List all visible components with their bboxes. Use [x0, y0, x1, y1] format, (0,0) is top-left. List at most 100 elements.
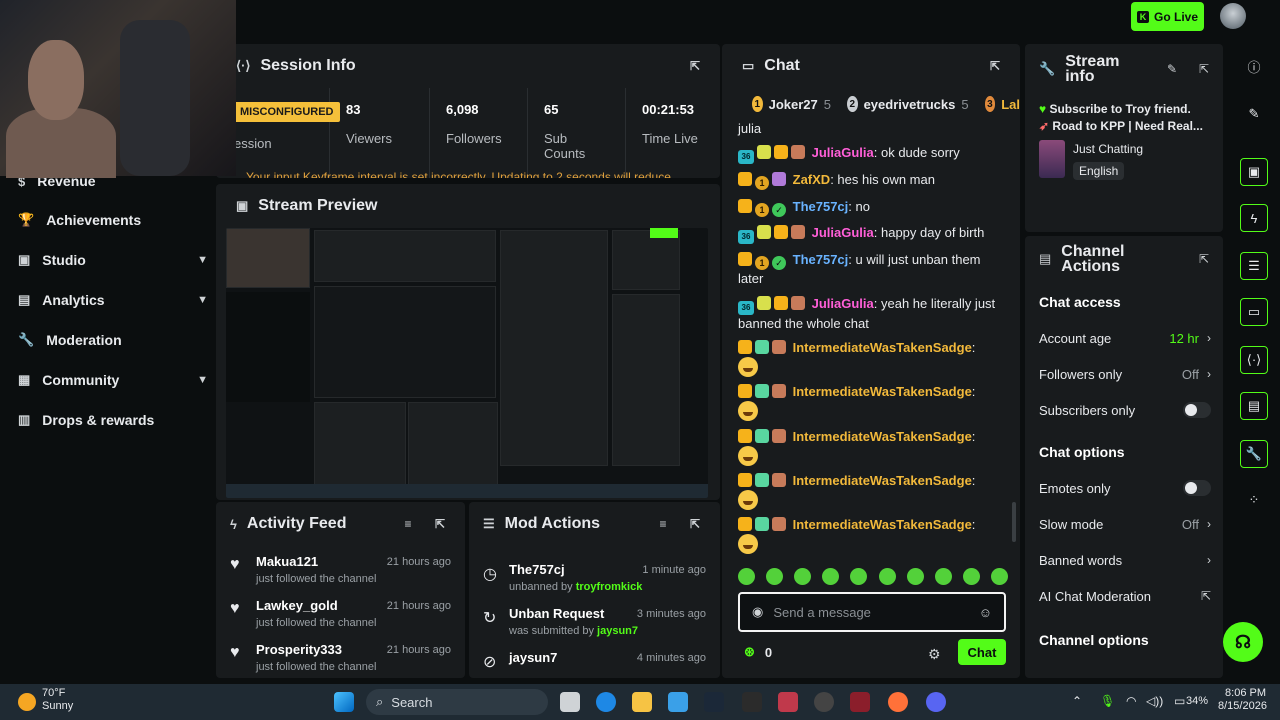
mod-actor-link[interactable]: jaysun7 [597, 625, 638, 637]
popout-icon[interactable]: ⇱ [429, 513, 451, 535]
stream-preview-video[interactable] [226, 228, 708, 498]
settings-dots-icon[interactable]: ⁘ [1240, 486, 1268, 514]
emote-button[interactable] [850, 568, 868, 585]
emote-button[interactable] [990, 568, 1008, 585]
account-age-row[interactable]: Account age 12 hr › [1039, 328, 1211, 348]
sidebar-item-studio[interactable]: ▣ Studio ▼ [18, 248, 208, 272]
edge-browser-icon[interactable] [596, 692, 616, 712]
category-name[interactable]: Just Chatting [1073, 142, 1143, 156]
send-chat-button[interactable]: Chat [958, 639, 1006, 665]
emote-button[interactable] [766, 568, 784, 585]
chat-username[interactable]: IntermediateWasTakenSadge [793, 384, 972, 399]
go-live-button[interactable]: K Go Live [1131, 2, 1204, 31]
chat-username[interactable]: ZafXD [793, 172, 831, 187]
edit-icon[interactable]: ✎ [1240, 100, 1268, 128]
chat-username[interactable]: IntermediateWasTakenSadge [793, 517, 972, 532]
sidebar-item-achievements[interactable]: 🏆 Achievements [18, 208, 208, 232]
weather-widget[interactable]: 70°F Sunny [42, 687, 73, 713]
emoji-icon[interactable]: ☺ [979, 605, 992, 620]
lightning-icon[interactable]: ϟ [1240, 204, 1268, 232]
wifi-icon[interactable]: ◠ [1126, 694, 1136, 708]
slow-mode-row[interactable]: Slow mode Off › [1039, 514, 1211, 534]
volume-icon[interactable]: ◁)) [1146, 694, 1163, 708]
app-g-icon[interactable] [742, 692, 762, 712]
popout-icon[interactable]: ⇱ [684, 55, 706, 77]
video-panel-icon[interactable]: ▣ [1240, 158, 1268, 186]
help-headset-icon[interactable]: ☊ [1223, 622, 1263, 662]
panel-title: info [1065, 68, 1095, 85]
obs-icon[interactable] [814, 692, 834, 712]
chevron-up-icon[interactable]: ⌃ [1072, 694, 1082, 708]
video-icon: ▣ [236, 198, 249, 213]
mod-time: 3 minutes ago [636, 608, 706, 620]
list-icon: ☰ [483, 516, 495, 531]
banned-words-row[interactable]: Banned words › [1039, 550, 1211, 570]
mod-actor-link[interactable]: troyfromkick [576, 581, 643, 593]
chat-scrollbar[interactable] [1012, 502, 1016, 542]
firefox-icon[interactable] [888, 692, 908, 712]
chat-username[interactable]: JuliaGulia [812, 225, 874, 240]
followers-only-row[interactable]: Followers only Off › [1039, 364, 1211, 384]
battery-icon[interactable]: ▭ [1174, 694, 1185, 708]
chat-points[interactable]: ⊛ 0 [744, 644, 772, 660]
sidebar-item-analytics[interactable]: ▤ Analytics ▼ [18, 288, 208, 312]
leaderboard-name[interactable]: Joker27 [769, 97, 818, 112]
sidebar-item-drops-rewards[interactable]: ▥ Drops & rewards [18, 408, 208, 432]
popout-icon[interactable]: ⇱ [684, 513, 706, 535]
popout-icon[interactable]: ⇱ [984, 55, 1006, 77]
task-view-icon[interactable] [560, 692, 580, 712]
sidebar-item-community[interactable]: ▦ Community ▼ [18, 368, 208, 392]
clock[interactable]: 8:06 PM 8/15/2026 [1218, 687, 1267, 713]
subscribers-only-toggle[interactable] [1183, 402, 1211, 418]
edit-pencil-icon[interactable]: ✎ [1161, 58, 1183, 80]
info-icon[interactable]: ⓘ [1240, 52, 1268, 80]
emote-button[interactable] [878, 568, 896, 585]
points-count: 0 [764, 644, 773, 660]
chat-username[interactable]: JuliaGulia [812, 296, 874, 311]
chat-username[interactable]: JuliaGulia [812, 145, 874, 160]
session-icon[interactable]: ⟨·⟩ [1240, 346, 1268, 374]
steam-icon[interactable] [704, 692, 724, 712]
emotes-only-toggle[interactable] [1183, 480, 1211, 496]
emote-button[interactable] [794, 568, 812, 585]
sidebar-item-moderation[interactable]: 🔧 Moderation [18, 328, 208, 352]
ai-chat-moderation-row[interactable]: AI Chat Moderation ⇱ [1039, 586, 1211, 606]
emote-button[interactable] [738, 568, 755, 585]
leaderboard-name[interactable]: Lal [1001, 97, 1020, 112]
discord-icon[interactable] [926, 692, 946, 712]
list-icon[interactable]: ☰ [1240, 252, 1268, 280]
chat-message-input[interactable]: ◉ Send a message ☺ [738, 592, 1006, 632]
microphone-icon[interactable]: 🎙 [1100, 694, 1115, 708]
category-thumbnail[interactable] [1039, 140, 1065, 178]
app-image-icon[interactable] [850, 692, 870, 712]
app-red-icon[interactable] [778, 692, 798, 712]
popout-icon[interactable]: ⇱ [1193, 248, 1215, 270]
chat-username[interactable]: The757cj [793, 199, 849, 214]
chevron-down-icon: ▼ [197, 294, 208, 306]
user-avatar[interactable] [1220, 3, 1246, 29]
actions-icon[interactable]: ▤ [1240, 392, 1268, 420]
chat-username[interactable]: IntermediateWasTakenSadge [793, 340, 972, 355]
emote-button[interactable] [934, 568, 952, 585]
emote-button[interactable] [906, 568, 924, 585]
taskbar-search[interactable]: ⌕ Search [366, 689, 548, 715]
sidebar-item-label: Achievements [46, 212, 142, 228]
chat-username[interactable]: IntermediateWasTakenSadge [793, 473, 972, 488]
stream-info-header: 🔧 Stream info ✎ ⇱ [1039, 52, 1215, 86]
chat-icon[interactable]: ▭ [1240, 298, 1268, 326]
chat-settings-gear-icon[interactable]: ⚙ [928, 646, 941, 663]
leaderboard-name[interactable]: eyedrivetrucks [864, 97, 956, 112]
windows-start-icon[interactable] [334, 692, 354, 712]
emote-button[interactable] [822, 568, 840, 585]
file-explorer-icon[interactable] [632, 692, 652, 712]
filter-icon[interactable]: ≡ [397, 513, 419, 535]
popout-icon[interactable]: ⇱ [1193, 58, 1215, 80]
chat-username[interactable]: IntermediateWasTakenSadge [793, 429, 972, 444]
wrench-icon[interactable]: 🔧 [1240, 440, 1268, 468]
store-icon[interactable] [668, 692, 688, 712]
emote-button[interactable] [962, 568, 980, 585]
crown-badge-icon [738, 252, 752, 266]
chat-text: : [971, 384, 976, 399]
chat-username[interactable]: The757cj [793, 252, 849, 267]
filter-icon[interactable]: ≡ [652, 513, 674, 535]
